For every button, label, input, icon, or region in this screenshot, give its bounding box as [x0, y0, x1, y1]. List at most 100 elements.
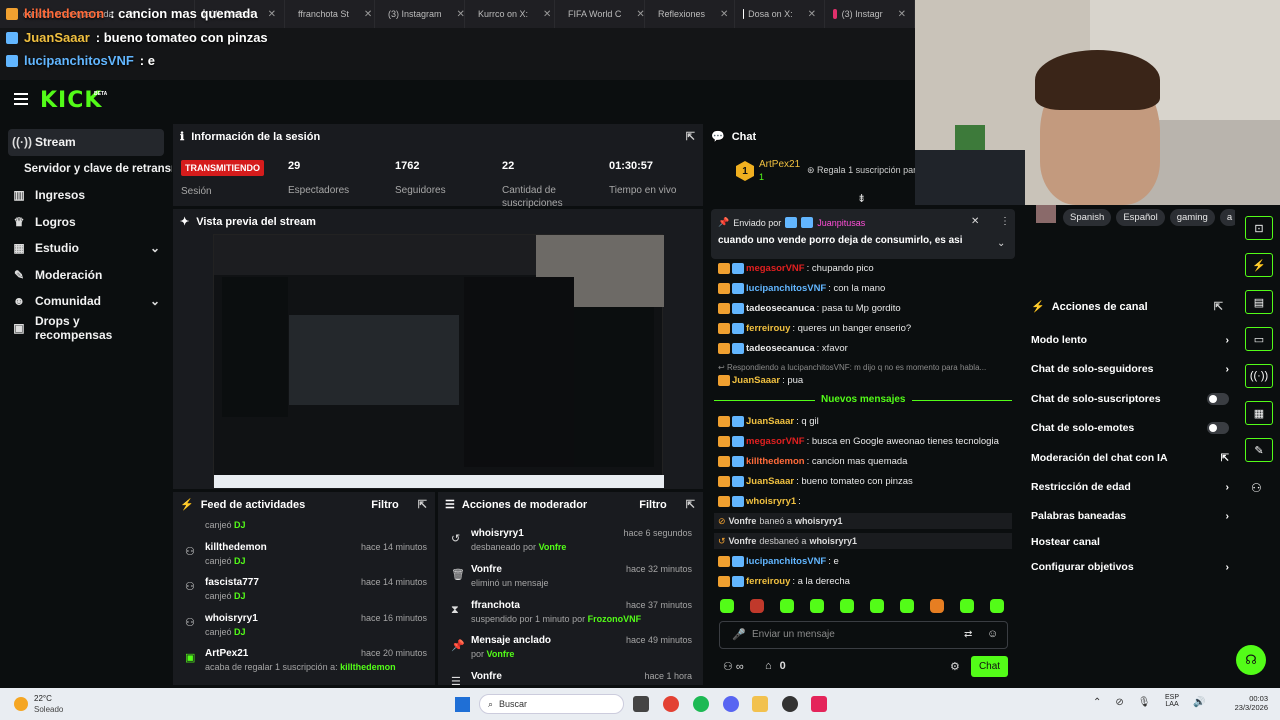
lightning-icon[interactable]: ⚡ — [1245, 253, 1273, 277]
close-icon[interactable]: ✕ — [898, 9, 906, 20]
chat-user[interactable]: ferreirouy — [746, 323, 790, 334]
popout-icon[interactable]: ⇱ — [418, 498, 427, 511]
chat-user[interactable]: JuanSaaar — [746, 416, 794, 427]
chat-user[interactable]: lucipanchitosVNF — [746, 283, 826, 294]
chat-user[interactable]: lucipanchitosVNF — [746, 556, 826, 567]
headset-icon[interactable]: ☊ — [1236, 645, 1266, 675]
tag-chip[interactable]: Spanish — [1063, 209, 1112, 226]
browser-tab[interactable]: Reflexiones ✕ — [645, 0, 735, 28]
toggle-switch[interactable] — [1207, 393, 1229, 405]
close-icon[interactable]: ✕ — [364, 9, 372, 20]
chat-user[interactable]: ferreirouy — [746, 576, 790, 587]
broadcast-icon[interactable]: ((·)) — [1245, 364, 1273, 388]
stream-preview-video[interactable] — [213, 234, 664, 488]
channel-action-option[interactable]: Moderación del chat con IA ⇱ — [1031, 452, 1229, 464]
close-icon[interactable]: ✕ — [636, 9, 644, 20]
popout-icon[interactable]: ⇱ — [686, 130, 695, 143]
channel-action-option[interactable]: Hostear canal — [1031, 536, 1229, 548]
emote-icon[interactable] — [750, 599, 764, 613]
channel-action-option[interactable]: Chat de solo-emotes — [1031, 422, 1229, 434]
sidebar-item-comunidad[interactable]: ☻ Comunidad ⌄ — [0, 288, 172, 315]
spotify-icon[interactable] — [693, 696, 709, 712]
windows-start-icon[interactable] — [455, 697, 470, 712]
emote-icon[interactable] — [930, 599, 944, 613]
emote-icon[interactable] — [870, 599, 884, 613]
chevron-down-icon[interactable]: ⌄ — [997, 238, 1005, 249]
channel-action-option[interactable]: Modo lento › — [1031, 334, 1229, 346]
tag-chip[interactable]: gaming — [1169, 209, 1215, 226]
sidebar-item-moderacion[interactable]: ✎ Moderación — [0, 262, 172, 289]
emote-icon[interactable] — [840, 599, 854, 613]
close-icon[interactable]: ✕ — [808, 9, 816, 20]
browser-tab[interactable]: ffranchota St ✕ — [285, 0, 375, 28]
filter-button[interactable]: Filtro — [639, 499, 667, 511]
language-indicator[interactable]: ESP LAA — [1165, 694, 1179, 708]
close-icon[interactable]: ✕ — [720, 9, 728, 20]
obs-icon[interactable] — [782, 696, 798, 712]
tag-chip[interactable]: Español — [1116, 209, 1165, 226]
emote-icon[interactable] — [810, 599, 824, 613]
channel-action-option[interactable]: Palabras baneadas › — [1031, 510, 1229, 522]
emote-icon[interactable] — [720, 599, 734, 613]
channel-points[interactable]: ⌂ 0 — [765, 660, 786, 672]
sidebar-item-estudio[interactable]: ▦ Estudio ⌄ — [0, 235, 172, 262]
pinned-user[interactable]: Juanpitusas — [817, 218, 865, 228]
taskbar-search[interactable]: ⌕ Buscar — [479, 694, 624, 714]
browser-tab[interactable]: Kurrco on X: ✕ — [465, 0, 555, 28]
chat-icon[interactable]: ▭ — [1245, 327, 1273, 351]
emote-icon[interactable] — [960, 599, 974, 613]
record-icon[interactable]: ⊡ — [1245, 216, 1273, 240]
system-tray[interactable]: ⌃ ⊘ 🎙 — [1093, 697, 1150, 708]
tag-chip[interactable]: a — [1219, 209, 1235, 226]
send-chat-button[interactable]: Chat — [971, 656, 1008, 677]
sidebar-item-ingresos[interactable]: ▥ Ingresos — [0, 182, 172, 209]
popout-icon[interactable]: ⇱ — [686, 498, 695, 511]
browser-tab[interactable]: FIFA World C ✕ — [555, 0, 645, 28]
close-icon[interactable]: ✕ — [543, 9, 551, 20]
chat-user[interactable]: megasorVNF — [746, 263, 805, 274]
sidebar-item-drops[interactable]: ▣ Drops y recompensas — [0, 314, 172, 342]
chat-user[interactable]: tadeosecanuca — [746, 343, 815, 354]
filter-button[interactable]: Filtro — [371, 499, 399, 511]
channel-action-option[interactable]: Restricción de edad › — [1031, 481, 1229, 493]
chat-user[interactable]: JuanSaaar — [746, 476, 794, 487]
folder-icon[interactable] — [752, 696, 768, 712]
chat-user[interactable]: whoisryry1 — [746, 496, 796, 507]
settings-icon[interactable]: ⚙ — [950, 660, 960, 673]
collapse-icon[interactable]: ⇟ — [857, 192, 866, 205]
sidebar-item-stream[interactable]: ((·)) Stream — [8, 129, 164, 156]
chrome-icon[interactable] — [663, 696, 679, 712]
popout-icon[interactable]: ⇱ — [1214, 300, 1223, 313]
points-icon[interactable]: ⚇ ∞ — [723, 660, 744, 673]
mic-icon[interactable]: 🎤 — [732, 628, 746, 641]
sidebar-item-server-key[interactable]: Servidor y clave de retransm — [0, 156, 172, 183]
channel-action-option[interactable]: Configurar objetivos › — [1031, 561, 1229, 573]
clock[interactable]: 00:03 23/3/2026 — [1228, 694, 1268, 712]
emote-icon[interactable] — [990, 599, 1004, 613]
more-icon[interactable]: ⋮ — [1000, 216, 1010, 227]
close-icon[interactable]: ✕ — [268, 9, 276, 20]
layout-icon[interactable]: ▦ — [1245, 401, 1273, 425]
menu-icon[interactable] — [14, 93, 28, 105]
gift-user[interactable]: ArtPex21 — [759, 159, 800, 170]
browser-tab[interactable]: Dosa on X: ✕ — [735, 0, 825, 28]
chat-user[interactable]: tadeosecanuca — [746, 303, 815, 314]
task-view-icon[interactable] — [633, 696, 649, 712]
chat-user[interactable]: megasorVNF — [746, 436, 805, 447]
unpin-icon[interactable]: ✕ — [971, 216, 979, 227]
toggle-switch[interactable] — [1207, 422, 1229, 434]
people-icon[interactable]: ⚇ — [1251, 481, 1262, 495]
close-icon[interactable]: ✕ — [457, 9, 464, 20]
chat-user[interactable]: killthedemon — [746, 456, 805, 467]
emote-icon[interactable] — [900, 599, 914, 613]
translate-icon[interactable]: ⇄ — [964, 629, 972, 640]
sidebar-item-logros[interactable]: ♛ Logros — [0, 209, 172, 236]
channel-action-option[interactable]: Chat de solo-seguidores › — [1031, 363, 1229, 375]
discord-icon[interactable] — [723, 696, 739, 712]
browser-tab[interactable]: (3) Instagram ✕ — [375, 0, 465, 28]
browser-tab[interactable]: (3) Instagr ✕ — [825, 0, 915, 28]
channel-action-option[interactable]: Chat de solo-suscriptores — [1031, 393, 1229, 405]
emoji-icon[interactable]: ☺ — [987, 628, 998, 640]
chat-user[interactable]: JuanSaaar — [732, 375, 780, 386]
tiktok-icon[interactable] — [811, 696, 827, 712]
